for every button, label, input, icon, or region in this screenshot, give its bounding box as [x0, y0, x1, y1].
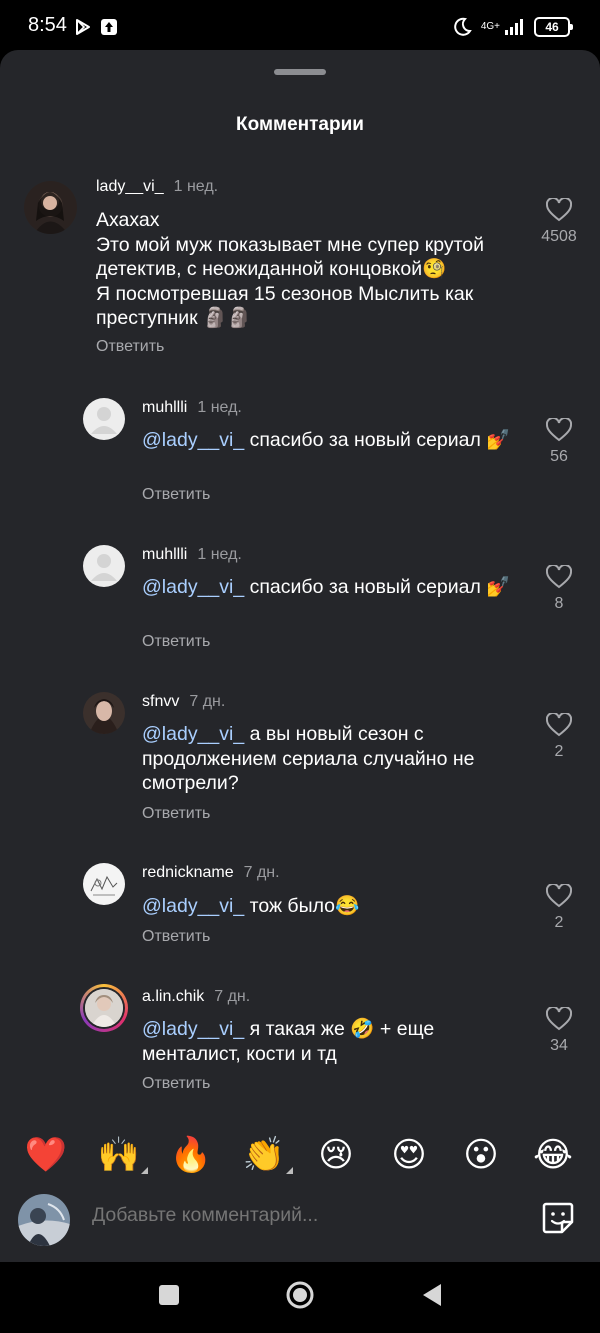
mention-link[interactable]: @lady__vi_	[142, 1018, 244, 1040]
emoji-raised-hands[interactable]: 🙌	[94, 1130, 148, 1180]
comment-text: @lady__vi_ спасибо за новый сериал 💅	[142, 428, 527, 453]
emoji-fire[interactable]: 🔥	[166, 1130, 216, 1180]
username[interactable]: muhllli	[142, 399, 187, 416]
comment-text: @lady__vi_ я такая же 🤣 + еще менталист,…	[142, 1017, 527, 1066]
emoji-reaction-bar: ❤️ 🙌 🔥 👏 😢 😍 😮 😂	[0, 1130, 600, 1182]
comment-header: sfnvv 7 дн.	[142, 693, 225, 711]
mention-link[interactable]: @lady__vi_	[142, 723, 244, 745]
avatar[interactable]	[24, 181, 77, 234]
play-store-icon	[76, 19, 90, 35]
avatar[interactable]	[80, 984, 128, 1032]
emoji-crying[interactable]: 😢	[311, 1130, 361, 1180]
reply-button[interactable]: Ответить	[142, 928, 210, 946]
drag-handle[interactable]	[274, 69, 326, 75]
comment-time: 7 дн.	[214, 988, 251, 1005]
comment-time: 7 дн.	[243, 864, 280, 881]
like-control[interactable]: 2	[529, 713, 589, 761]
comment-header: a.lin.chik 7 дн.	[142, 988, 250, 1006]
heart-icon[interactable]	[546, 1007, 572, 1031]
comment-text: @lady__vi_ тож было😂	[142, 894, 527, 919]
comment-time: 1 нед.	[197, 399, 242, 416]
like-count: 2	[554, 743, 564, 760]
heart-icon[interactable]	[546, 713, 572, 737]
comment-time: 1 нед.	[173, 178, 219, 195]
heart-icon[interactable]	[546, 884, 572, 908]
upload-notification-icon	[101, 19, 117, 35]
mention-link[interactable]: @lady__vi_	[142, 576, 244, 598]
emoji-heart-eyes[interactable]: 😍	[384, 1130, 434, 1180]
comment-text: @lady__vi_ а вы новый сезон с продолжени…	[142, 722, 527, 796]
comment-time: 7 дн.	[189, 693, 226, 710]
like-control[interactable]: 8	[529, 565, 589, 613]
like-control[interactable]: 56	[529, 418, 589, 466]
comment-header: muhllli 1 нед.	[142, 399, 242, 417]
mention-link[interactable]: @lady__vi_	[142, 429, 244, 451]
reply-button[interactable]: Ответить	[142, 805, 210, 823]
signal-icon	[505, 19, 523, 35]
comment-text: Ахахах Это мой муж показывает мне супер …	[96, 208, 526, 331]
username[interactable]: sfnvv	[142, 693, 179, 710]
comment-body: спасибо за новый сериал 💅	[244, 429, 511, 451]
emoji-clapping-glyph: 👏	[242, 1135, 286, 1175]
like-control[interactable]: 2	[529, 884, 589, 932]
skin-tone-indicator	[286, 1167, 293, 1174]
like-count: 34	[550, 1037, 568, 1054]
comment-text: @lady__vi_ спасибо за новый сериал 💅	[142, 575, 527, 600]
emoji-heart[interactable]: ❤️	[21, 1130, 71, 1180]
comment-header: muhllli 1 нед.	[142, 546, 242, 564]
battery-icon: 46	[534, 17, 573, 37]
like-count: 8	[554, 595, 564, 612]
emoji-surprised[interactable]: 😮	[456, 1130, 506, 1180]
heart-icon[interactable]	[546, 198, 572, 222]
comment-input[interactable]	[92, 1204, 512, 1227]
current-user-avatar	[18, 1194, 70, 1246]
username[interactable]: rednickname	[142, 864, 234, 881]
comment-input-row	[0, 1190, 600, 1252]
avatar[interactable]	[83, 398, 125, 440]
like-count: 4508	[541, 228, 577, 245]
avatar[interactable]	[83, 545, 125, 587]
back-button[interactable]	[421, 1282, 443, 1308]
comment-header: rednickname 7 дн.	[142, 864, 280, 882]
reply-button[interactable]: Ответить	[96, 338, 164, 356]
status-bar: 8:54 4G+ 46	[0, 0, 600, 56]
comments-sheet: Комментарии lady__vi_ 1 нед. Ахахах Это м…	[0, 50, 600, 1262]
mention-link[interactable]: @lady__vi_	[142, 895, 244, 917]
comment-time: 1 нед.	[197, 546, 242, 563]
like-count: 56	[550, 448, 568, 465]
system-nav-bar	[0, 1262, 600, 1333]
heart-icon[interactable]	[546, 565, 572, 589]
home-button[interactable]	[285, 1280, 315, 1310]
username[interactable]: lady__vi_	[96, 178, 164, 195]
reply-button[interactable]: Ответить	[142, 1075, 210, 1093]
like-control[interactable]: 4508	[529, 198, 589, 246]
like-control[interactable]: 34	[529, 1007, 589, 1055]
avatar[interactable]	[83, 863, 125, 905]
comment-header: lady__vi_ 1 нед.	[96, 178, 218, 196]
username[interactable]: muhllli	[142, 546, 187, 563]
dnd-moon-icon	[454, 17, 472, 36]
sheet-title: Комментарии	[236, 114, 364, 135]
sticker-icon[interactable]	[540, 1200, 576, 1236]
like-count: 2	[554, 914, 564, 931]
network-type: 4G+	[480, 21, 500, 32]
status-time: 8:54	[28, 14, 67, 36]
comment-body: спасибо за новый сериал 💅	[244, 576, 511, 598]
emoji-clapping[interactable]: 👏	[239, 1130, 293, 1180]
reply-button[interactable]: Ответить	[142, 486, 210, 504]
emoji-raised-hands-glyph: 🙌	[97, 1135, 141, 1175]
skin-tone-indicator	[141, 1167, 148, 1174]
comment-body: Ахахах Это мой муж показывает мне супер …	[96, 209, 485, 329]
reply-button[interactable]: Ответить	[142, 633, 210, 651]
recents-button[interactable]	[158, 1284, 180, 1306]
emoji-laughing[interactable]: 😂	[528, 1130, 578, 1180]
comment-body: тож было😂	[244, 895, 360, 917]
avatar[interactable]	[83, 692, 125, 734]
heart-icon[interactable]	[546, 418, 572, 442]
username[interactable]: a.lin.chik	[142, 988, 204, 1005]
